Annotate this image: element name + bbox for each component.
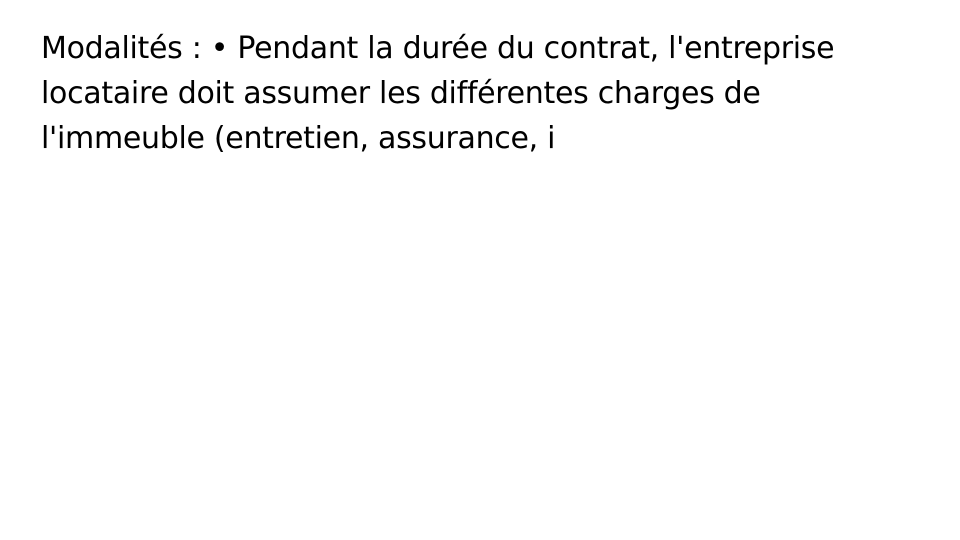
text-line-1: Modalités : • Pendant la durée du contra… <box>41 31 835 66</box>
text-line-3: l'immeuble (entretien, assurance, i <box>41 121 556 156</box>
slide-body-text: Modalités : • Pendant la durée du contra… <box>41 26 921 161</box>
text-line-2: locataire doit assumer les différentes c… <box>41 76 761 111</box>
slide: Modalités : • Pendant la durée du contra… <box>0 0 960 540</box>
